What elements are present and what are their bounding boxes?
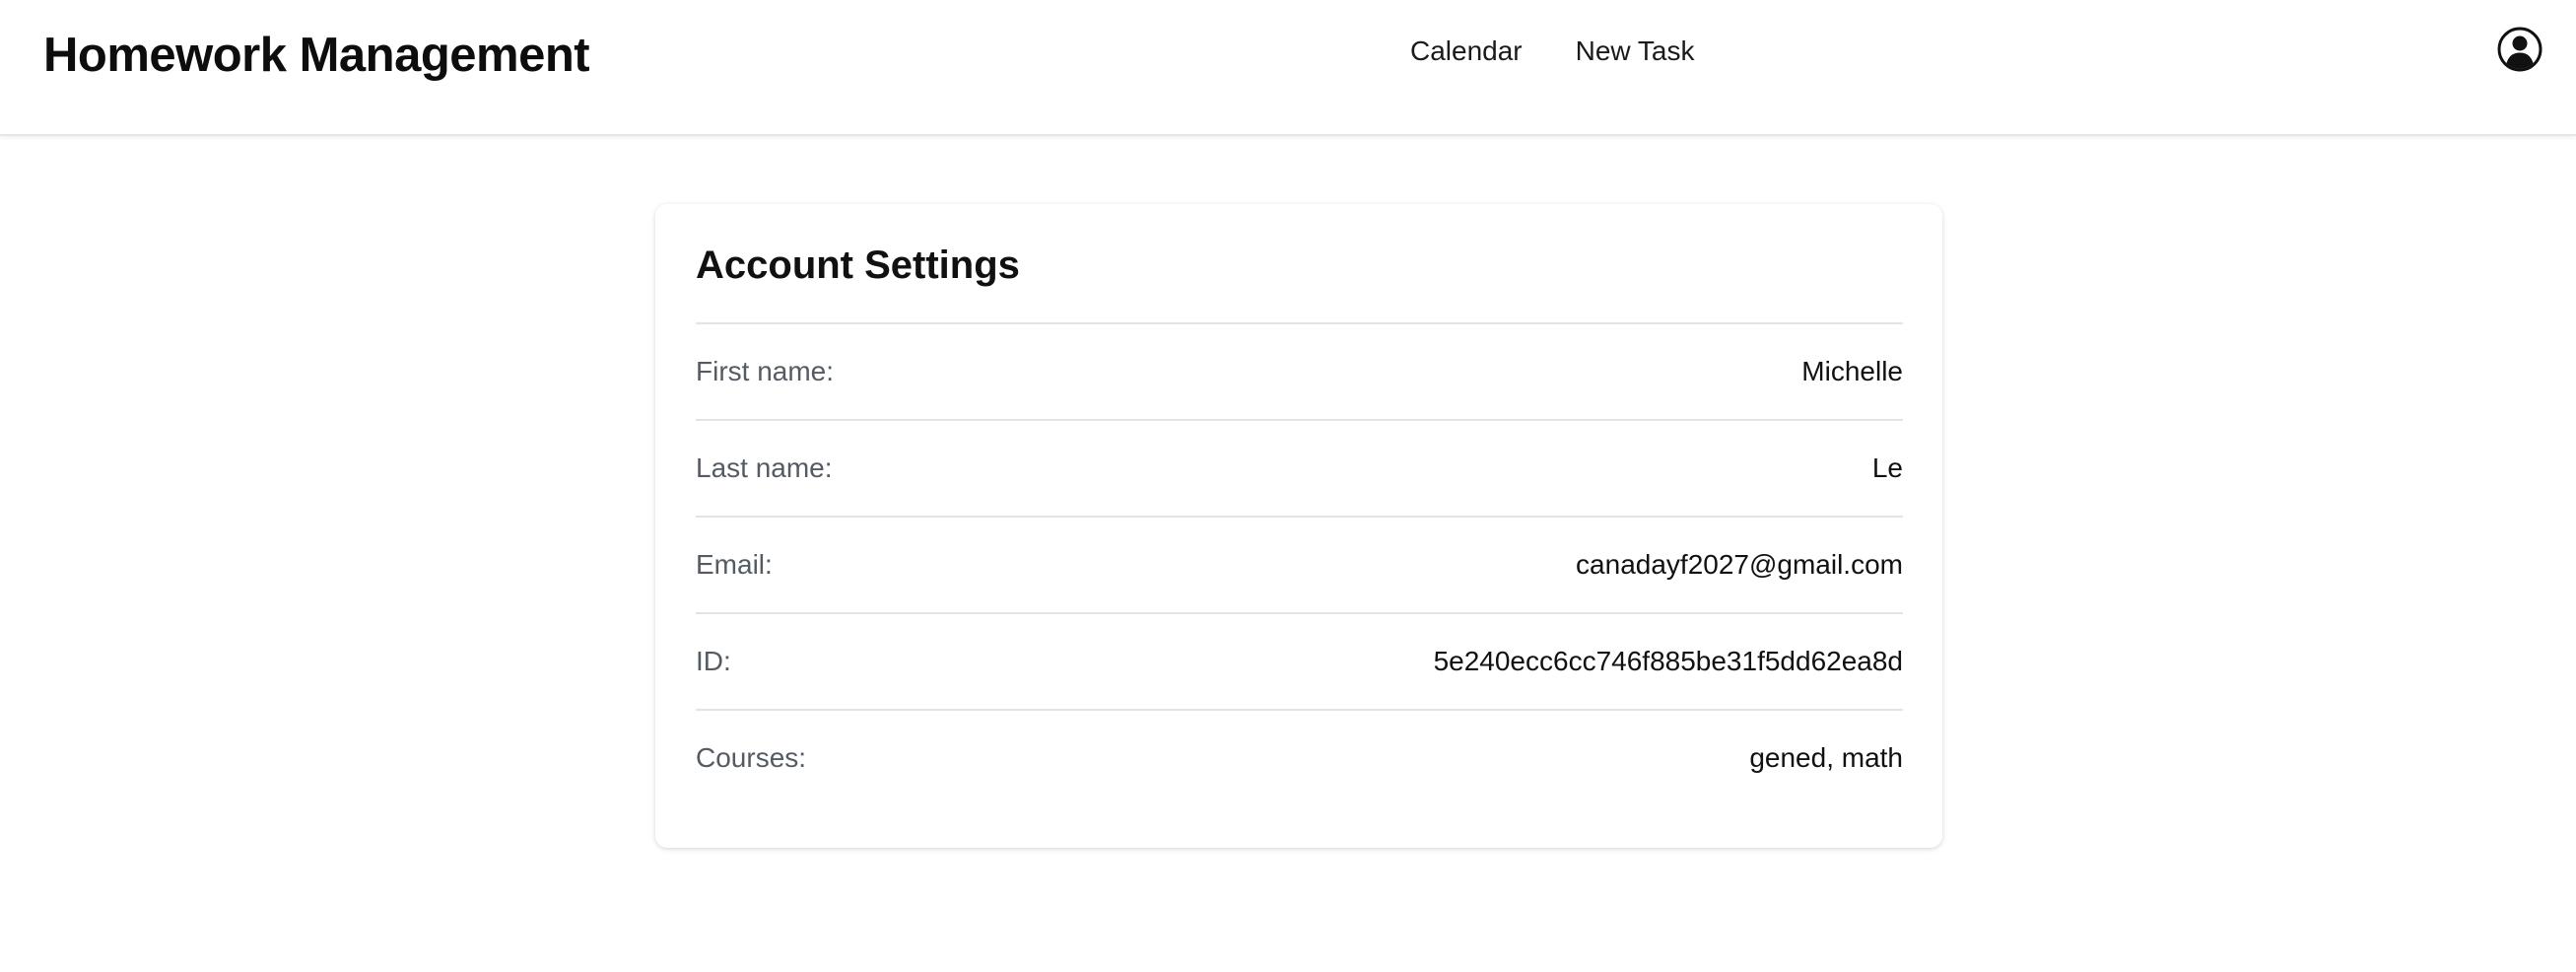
- account-fields: First name: Michelle Last name: Le Email…: [696, 322, 1903, 805]
- field-label-email: Email:: [696, 549, 773, 580]
- field-row-last-name: Last name: Le: [696, 419, 1903, 516]
- account-settings-title: Account Settings: [696, 243, 1020, 287]
- field-label-courses: Courses:: [696, 742, 807, 773]
- user-circle-icon[interactable]: [2497, 27, 2542, 72]
- field-value-email: canadayf2027@gmail.com: [1576, 549, 1903, 580]
- field-label-first-name: First name:: [696, 356, 835, 386]
- account-settings-card: Account Settings First name: Michelle La…: [655, 204, 1942, 848]
- app-title: Homework Management: [43, 29, 590, 82]
- field-row-id: ID: 5e240ecc6cc746f885be31f5dd62ea8d: [696, 612, 1903, 709]
- field-label-last-name: Last name:: [696, 452, 833, 483]
- field-label-id: ID:: [696, 646, 731, 676]
- field-value-id: 5e240ecc6cc746f885be31f5dd62ea8d: [1433, 646, 1903, 676]
- field-value-courses: gened, math: [1749, 742, 1903, 773]
- field-value-first-name: Michelle: [1801, 356, 1903, 386]
- nav-link-calendar[interactable]: Calendar: [1410, 35, 1523, 67]
- main-nav: Calendar New Task: [1410, 35, 1695, 67]
- nav-link-new-task[interactable]: New Task: [1576, 35, 1695, 67]
- field-row-first-name: First name: Michelle: [696, 322, 1903, 419]
- field-row-email: Email: canadayf2027@gmail.com: [696, 516, 1903, 612]
- field-row-courses: Courses: gened, math: [696, 709, 1903, 805]
- top-header: Homework Management Calendar New Task: [0, 0, 2576, 136]
- field-value-last-name: Le: [1871, 452, 1903, 483]
